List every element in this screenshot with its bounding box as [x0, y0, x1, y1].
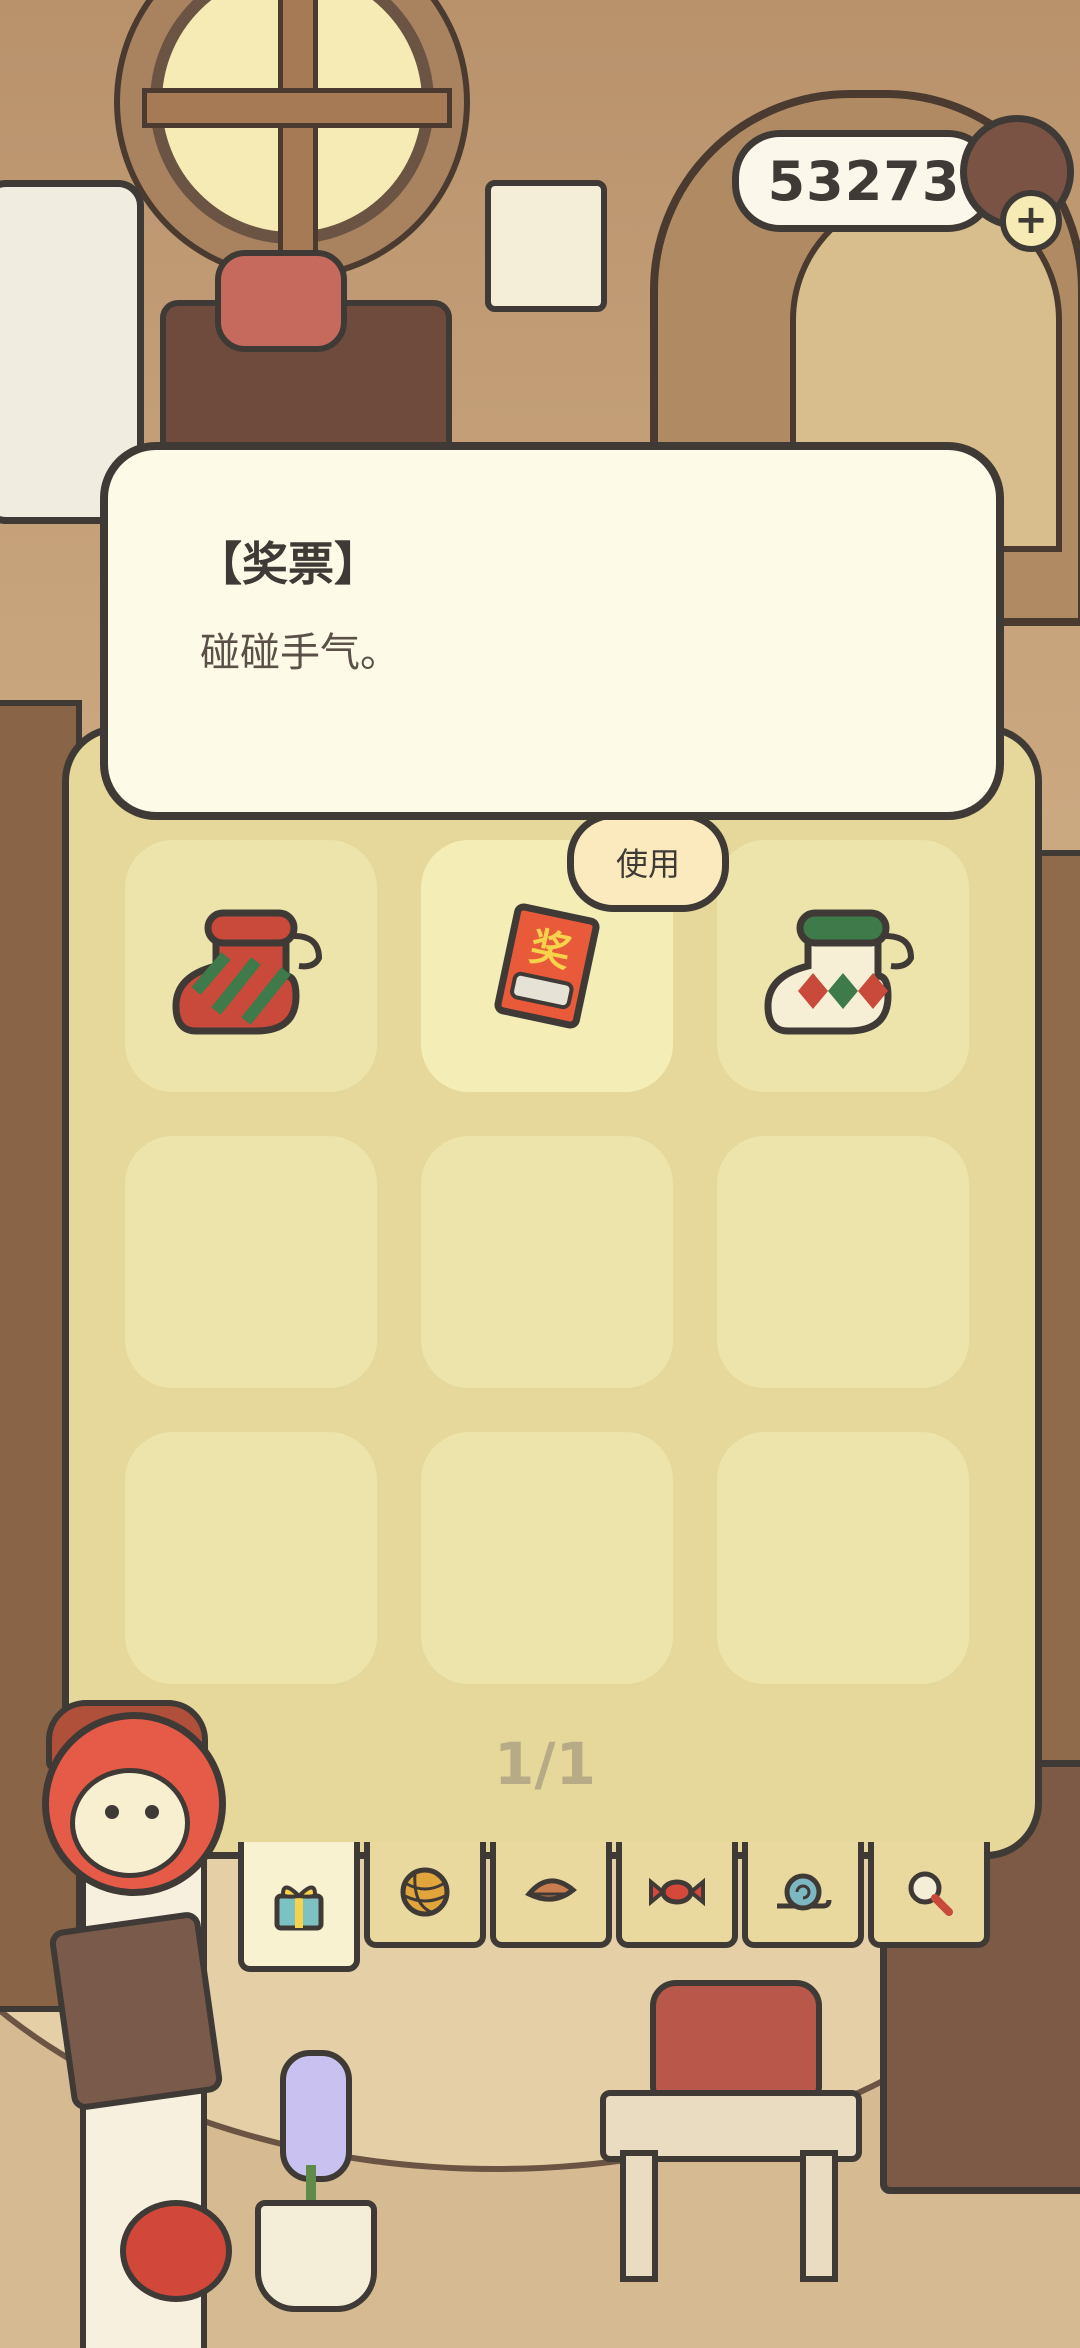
add-coins-button[interactable]: + — [1000, 190, 1062, 252]
book-stack — [48, 1910, 224, 2112]
tab-leaves[interactable] — [490, 1842, 612, 1948]
cat-face — [70, 1768, 190, 1878]
snail-icon — [777, 1873, 832, 1911]
striped-sock-icon — [172, 909, 323, 1035]
item-description-dialog: 【奖票】 碰碰手气。 — [100, 442, 1004, 820]
hyacinth-flower — [280, 2050, 352, 2182]
gift-icon — [274, 1885, 324, 1931]
inventory-slot-5[interactable] — [421, 1136, 673, 1388]
coin-counter: 53273 — [732, 130, 996, 232]
inventory-slot-8[interactable] — [421, 1432, 673, 1684]
inventory-slot-7[interactable] — [125, 1432, 377, 1684]
tab-search[interactable] — [868, 1842, 990, 1948]
tab-candy[interactable] — [616, 1842, 738, 1948]
inventory-slot-6[interactable] — [717, 1136, 969, 1388]
lottery-ticket-icon: 奖 — [494, 903, 600, 1029]
telephone[interactable] — [215, 250, 347, 352]
category-tabs — [238, 1842, 990, 1972]
flower-pot — [255, 2200, 377, 2312]
apple-icon — [120, 2200, 232, 2302]
leaf-icon — [525, 1878, 577, 1902]
tab-toys[interactable] — [364, 1842, 486, 1948]
inventory-slot-4[interactable] — [125, 1136, 377, 1388]
inventory-slot-1[interactable] — [125, 840, 377, 1092]
tab-gifts[interactable] — [238, 1842, 360, 1972]
wall-calendar[interactable] — [485, 180, 607, 312]
diamond-sock-icon — [764, 909, 915, 1035]
item-description: 碰碰手气。 — [200, 630, 400, 676]
yarn-ball-icon — [400, 1867, 450, 1917]
candy-icon — [649, 1877, 705, 1907]
inventory-slot-3[interactable] — [717, 840, 969, 1092]
page-indicator: 1/1 — [494, 1730, 596, 1798]
use-button[interactable]: 使用 — [567, 812, 729, 912]
tab-snails[interactable] — [742, 1842, 864, 1948]
magnifier-icon — [908, 1871, 953, 1916]
inventory-slot-9[interactable] — [717, 1432, 969, 1684]
item-title: 【奖票】 — [196, 537, 380, 591]
inventory-grid: 奖 — [125, 840, 970, 1690]
